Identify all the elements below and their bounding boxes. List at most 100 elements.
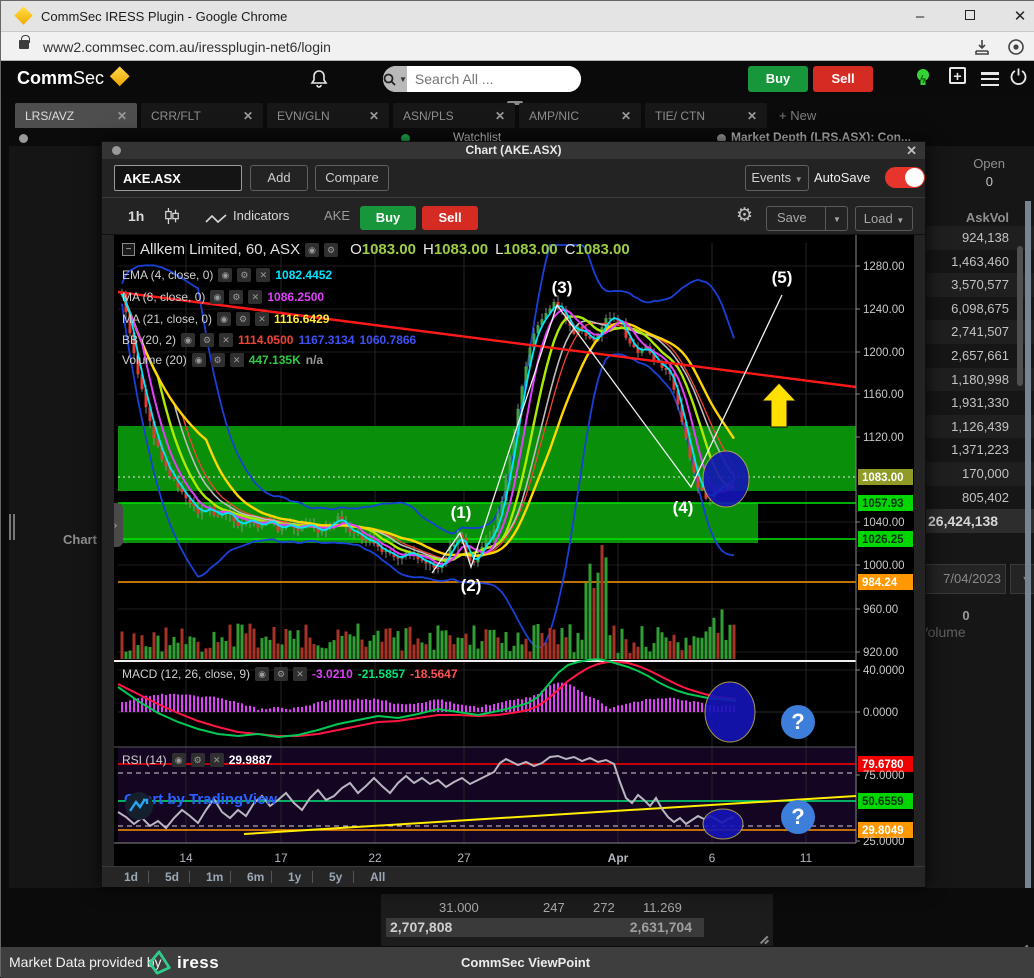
resize-handle-icon[interactable] [759,932,770,943]
tab-label: LRS/AVZ [25,109,74,123]
time-axis[interactable]: 14172227Apr611 [114,849,914,866]
settings-gear-icon[interactable]: ⚙ [736,204,753,227]
lock-icon[interactable] [19,40,29,49]
add-panel-icon[interactable]: + [949,67,966,84]
url-text[interactable]: www2.commsec.com.au/iressplugin-net6/log… [43,39,331,55]
search-icon [383,73,396,86]
add-button[interactable]: Add [250,165,308,191]
remove-icon[interactable]: ✕ [210,753,224,767]
quote-value: 11.269 [643,900,682,915]
range-1m[interactable]: 1m [206,870,230,884]
remove-icon[interactable]: ✕ [256,268,270,282]
tab-close-icon[interactable]: ✕ [621,109,631,123]
tab-close-icon[interactable]: ✕ [369,109,379,123]
download-icon[interactable] [973,38,991,56]
power-icon[interactable] [1009,67,1028,86]
outer-scrollbar[interactable] [1025,201,1031,888]
svg-text:40.0000: 40.0000 [863,665,905,677]
interval-button[interactable]: 1h [128,208,144,224]
tab-tie-ctn[interactable]: TIE/ CTN✕ [645,103,767,128]
panel-edge-tab[interactable]: › [114,503,123,547]
gear-icon[interactable]: ⚙ [324,243,338,257]
ideas-bulb-icon[interactable] [913,67,933,91]
visibility-icon[interactable]: ◉ [217,312,231,326]
remove-icon[interactable]: ✕ [255,312,269,326]
indicator-legend-row: BB (20, 2)◉⚙✕1114.05001167.31341060.7866 [122,333,416,347]
tab-asn-pls[interactable]: ASN/PLS✕ [393,103,515,128]
range-all[interactable]: All [370,870,394,884]
visibility-icon[interactable]: ◉ [210,290,224,304]
range-6m[interactable]: 6m [247,870,271,884]
splitter-grip[interactable] [9,514,15,540]
autosave-toggle[interactable] [885,167,925,188]
chart-window-titlebar[interactable]: Chart (AKE.ASX) ✕ [102,142,925,159]
eye-icon[interactable] [1007,38,1025,56]
gear-icon[interactable]: ⚙ [229,290,243,304]
tab-crr-flt[interactable]: CRR/FLT✕ [141,103,263,128]
chart-style-icon[interactable] [164,207,180,225]
tab-evn-gln[interactable]: EVN/GLN✕ [267,103,389,128]
indicator-value: 1082.4452 [275,268,332,282]
visibility-icon[interactable]: ◉ [192,353,206,367]
tab-close-icon[interactable]: ✕ [747,109,757,123]
close-button[interactable]: ✕ [997,1,1034,32]
visibility-icon[interactable]: ◉ [305,243,319,257]
gear-icon[interactable]: ⚙ [211,353,225,367]
quote-value: 31.000 [439,900,479,915]
new-tab-button[interactable]: + New [771,103,851,128]
sell-button[interactable]: Sell [813,66,873,92]
indicators-button[interactable]: Indicators [233,208,289,223]
maximize-button[interactable] [947,1,993,32]
chart-window-close-icon[interactable]: ✕ [906,142,917,159]
collapse-icon[interactable]: − [122,243,135,256]
tradingview-attribution[interactable]: Chart by TradingView [124,791,277,808]
remove-icon[interactable]: ✕ [293,667,307,681]
date-field[interactable]: 7/04/2023 [926,564,1006,594]
range-5y[interactable]: 5y [329,870,353,884]
chart-canvas[interactable]: (1)(2)(3)(4)(5)??1280.001240.001200.0011… [114,235,914,849]
load-button[interactable]: Load ▼ [855,206,913,231]
remove-icon[interactable]: ✕ [248,290,262,304]
gear-icon[interactable]: ⚙ [274,667,288,681]
tab-close-icon[interactable]: ✕ [243,109,253,123]
remove-icon[interactable]: ✕ [219,333,233,347]
buy-button[interactable]: Buy [748,66,808,92]
indicator-value: 1116.6429 [274,312,329,326]
indicator-label: EMA (4, close, 0) [122,268,213,282]
tab-amp-nic[interactable]: AMP/NIC✕ [519,103,641,128]
market-data-text: Market Data provided by [9,954,162,970]
notifications-bell-icon[interactable] [309,69,329,89]
tab-close-icon[interactable]: ✕ [117,109,127,123]
svg-text:920.00: 920.00 [863,647,898,659]
remove-icon[interactable]: ✕ [230,353,244,367]
search-input[interactable] [407,66,581,92]
visibility-icon[interactable]: ◉ [218,268,232,282]
menu-icon[interactable] [981,72,999,86]
range-1y[interactable]: 1y [288,870,312,884]
gear-icon[interactable]: ⚙ [237,268,251,282]
range-5d[interactable]: 5d [165,870,189,884]
visibility-icon[interactable]: ◉ [255,667,269,681]
visibility-icon[interactable]: ◉ [181,333,195,347]
svg-text:1026.25: 1026.25 [862,534,904,546]
save-split-button[interactable]: Save ▼ [766,206,848,231]
svg-text:1160.00: 1160.00 [863,389,904,401]
chart-buy-button[interactable]: Buy [360,206,416,230]
gear-icon[interactable]: ⚙ [236,312,250,326]
symbol-input[interactable] [114,165,242,191]
minimize-button[interactable]: – [897,1,943,32]
gear-icon[interactable]: ⚙ [191,753,205,767]
askvol-scrollbar[interactable] [1017,246,1023,386]
chart-sell-button[interactable]: Sell [422,206,478,230]
visibility-icon[interactable]: ◉ [172,753,186,767]
search-scope-button[interactable]: ▼ [383,66,407,92]
gear-icon[interactable]: ⚙ [200,333,214,347]
tab-close-icon[interactable]: ✕ [495,109,505,123]
events-dropdown[interactable]: Events ▼ [745,165,809,191]
compare-button[interactable]: Compare [315,165,389,191]
range-1d[interactable]: 1d [124,870,148,884]
tab-lrs-avz[interactable]: LRS/AVZ ✕ [15,103,137,128]
window-title: CommSec IRESS Plugin - Google Chrome [41,9,287,24]
svg-text:(4): (4) [673,498,694,517]
panel-dot-icon [19,134,28,143]
